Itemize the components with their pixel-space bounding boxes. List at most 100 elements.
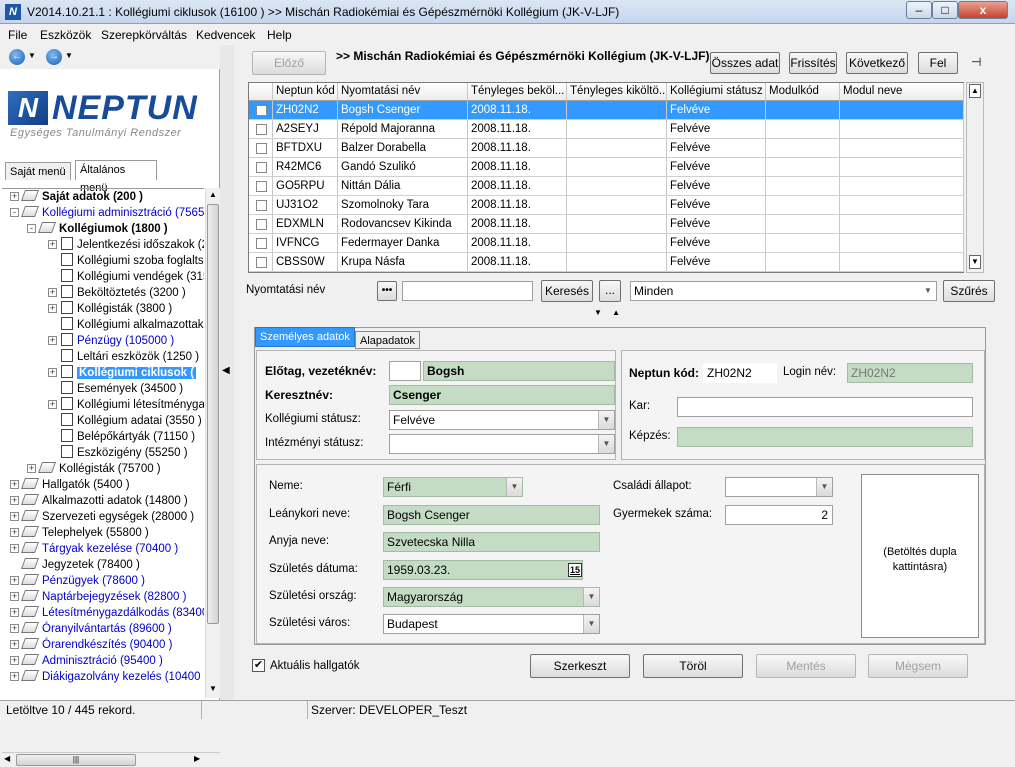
faculty-field[interactable] bbox=[677, 397, 973, 417]
expand-icon[interactable]: + bbox=[27, 464, 36, 473]
grid-column-header[interactable]: Tényleges beköl... bbox=[468, 83, 567, 101]
minimize-button[interactable]: – bbox=[906, 1, 932, 19]
tab-own-menu[interactable]: Saját menü bbox=[5, 162, 71, 180]
row-select-cell[interactable] bbox=[249, 253, 273, 272]
scroll-down-icon[interactable]: ▼ bbox=[207, 682, 219, 696]
expand-icon[interactable]: + bbox=[10, 656, 19, 665]
expand-icon[interactable]: + bbox=[48, 400, 57, 409]
chevron-down-icon[interactable]: ▼ bbox=[506, 478, 522, 496]
chevron-down-icon[interactable]: ▼ bbox=[816, 478, 832, 496]
delete-button[interactable]: Töröl bbox=[643, 654, 743, 678]
prev-button[interactable]: Előző bbox=[252, 51, 326, 75]
tree-item[interactable]: + Pénzügy (105000 ) bbox=[2, 333, 204, 349]
tree-item[interactable]: + Naptárbejegyzések (82800 ) bbox=[2, 589, 204, 605]
tree-item[interactable]: Kollégiumi vendégek (315 bbox=[2, 269, 204, 285]
active-students-checkbox[interactable]: ✔ bbox=[252, 659, 265, 672]
expand-icon[interactable]: + bbox=[48, 368, 57, 377]
grid-column-header[interactable]: Kollégiumi státusz bbox=[667, 83, 766, 101]
table-row[interactable]: EDXMLN Rodovancsev Kikinda 2008.11.18. Felv… bbox=[249, 215, 965, 234]
tree-item[interactable]: + Kollégisták (3800 ) bbox=[2, 301, 204, 317]
tree-item[interactable]: Jegyzetek (78400 ) bbox=[2, 557, 204, 573]
tree-item[interactable]: + Pénzügyek (78600 ) bbox=[2, 573, 204, 589]
cancel-button[interactable]: Mégsem bbox=[868, 654, 968, 678]
tab-general-menu[interactable]: Általános menü bbox=[75, 160, 157, 194]
table-row[interactable]: ZH02N2 Bogsh Csenger 2008.11.18. Felvéve bbox=[249, 101, 965, 120]
collapse-icon[interactable]: - bbox=[27, 224, 36, 233]
row-checkbox[interactable] bbox=[256, 238, 267, 249]
tree-item[interactable]: + Alkalmazotti adatok (14800 ) bbox=[2, 493, 204, 509]
table-row[interactable]: R42MC6 Gandó Szulikó 2008.11.18. Felvéve bbox=[249, 158, 965, 177]
filter-apply-button[interactable]: Szűrés bbox=[943, 280, 995, 302]
scrollbar-thumb[interactable]: ||| bbox=[16, 754, 136, 766]
grid-column-header[interactable]: Modulkód bbox=[766, 83, 840, 101]
scrollbar-thumb[interactable] bbox=[207, 204, 219, 624]
photo-box[interactable]: (Betöltés dupla kattintásra) bbox=[861, 474, 979, 638]
expand-icon[interactable]: + bbox=[10, 544, 19, 553]
save-button[interactable]: Mentés bbox=[756, 654, 856, 678]
tree-item[interactable]: + Diákigazolvány kezelés (10400 bbox=[2, 669, 204, 685]
row-checkbox[interactable] bbox=[256, 124, 267, 135]
expand-icon[interactable]: + bbox=[48, 336, 57, 345]
menu-favorites[interactable]: Kedvencek bbox=[196, 28, 255, 42]
menu-role-switch[interactable]: Szerepkörváltás bbox=[101, 28, 187, 42]
training-field[interactable] bbox=[677, 427, 973, 447]
scroll-left-icon[interactable]: ◀ bbox=[4, 754, 10, 763]
sidebar-scrollbar[interactable]: ▲ ▼ bbox=[205, 188, 220, 698]
mother-name-field[interactable]: Szvetecska Nilla bbox=[383, 532, 600, 552]
neptun-code-field[interactable]: ZH02N2 bbox=[703, 363, 777, 383]
row-select-cell[interactable] bbox=[249, 215, 273, 234]
sidebar-horizontal-scrollbar[interactable]: ◀ ||| ▶ bbox=[2, 752, 220, 767]
expand-icon[interactable]: + bbox=[10, 496, 19, 505]
expand-icon[interactable]: + bbox=[10, 672, 19, 681]
firstname-field[interactable]: Csenger bbox=[389, 385, 615, 405]
chevron-down-icon[interactable]: ▼ bbox=[583, 588, 599, 606]
row-checkbox[interactable] bbox=[256, 257, 267, 268]
chevron-down-icon[interactable]: ▼ bbox=[598, 411, 614, 429]
grid-column-header[interactable]: Tényleges kiköltö... bbox=[567, 83, 667, 101]
tree-item[interactable]: + Adminisztráció (95400 ) bbox=[2, 653, 204, 669]
tree-item[interactable]: + Szervezeti egységek (28000 ) bbox=[2, 509, 204, 525]
tree-item[interactable]: + Létesítménygazdálkodás (83400 bbox=[2, 605, 204, 621]
tree-item[interactable]: Belépőkártyák (71150 ) bbox=[2, 429, 204, 445]
tree-item[interactable]: Eszközigény (55250 ) bbox=[2, 445, 204, 461]
filter-input[interactable] bbox=[402, 281, 533, 301]
tree-item[interactable]: Kollégiumi szoba foglaltsá bbox=[2, 253, 204, 269]
chevron-down-icon[interactable]: ▼ bbox=[920, 282, 936, 300]
scroll-right-icon[interactable]: ▶ bbox=[194, 754, 200, 763]
expand-icon[interactable]: + bbox=[48, 304, 57, 313]
expand-icon[interactable]: + bbox=[10, 608, 19, 617]
marital-select[interactable]: ▼ bbox=[725, 477, 833, 497]
expand-icon[interactable]: + bbox=[10, 480, 19, 489]
tree-item[interactable]: Események (34500 ) bbox=[2, 381, 204, 397]
ellipsis-button[interactable]: ... bbox=[599, 280, 621, 302]
expand-icon[interactable]: + bbox=[48, 240, 57, 249]
pin-icon[interactable]: ⊣ bbox=[971, 55, 981, 69]
chevron-down-icon[interactable]: ▼ bbox=[28, 51, 36, 60]
tab-personal-data[interactable]: Személyes adatok bbox=[255, 327, 355, 347]
up-button[interactable]: Fel bbox=[918, 52, 958, 74]
expand-icon[interactable]: + bbox=[10, 512, 19, 521]
row-select-cell[interactable] bbox=[249, 158, 273, 177]
menu-file[interactable]: File bbox=[8, 28, 27, 42]
row-checkbox[interactable] bbox=[256, 219, 267, 230]
chevron-down-icon[interactable]: ▼ bbox=[583, 615, 599, 633]
search-button[interactable]: Keresés bbox=[541, 280, 593, 302]
row-checkbox[interactable] bbox=[256, 181, 267, 192]
menu-help[interactable]: Help bbox=[267, 28, 292, 42]
table-row[interactable]: A2SEYJ Répold Majoranna 2008.11.18. Felvéve bbox=[249, 120, 965, 139]
all-data-button[interactable]: Összes adat bbox=[710, 52, 780, 74]
children-field[interactable]: 2 bbox=[725, 505, 833, 525]
tree-item[interactable]: Leltári eszközök (1250 ) bbox=[2, 349, 204, 365]
tree-item[interactable]: Kollégium adatai (3550 ) bbox=[2, 413, 204, 429]
maximize-button[interactable]: □ bbox=[932, 1, 958, 19]
table-row[interactable]: UJ31O2 Szomolnoky Tara 2008.11.18. Felvéve bbox=[249, 196, 965, 215]
expand-icon[interactable]: + bbox=[48, 288, 57, 297]
surname-field[interactable]: Bogsh bbox=[423, 361, 615, 381]
tab-basic-data[interactable]: Alapadatok bbox=[355, 331, 421, 349]
collapse-icon[interactable]: - bbox=[10, 208, 19, 217]
table-row[interactable]: GO5RPU Nittán Dália 2008.11.18. Felvéve bbox=[249, 177, 965, 196]
row-select-cell[interactable] bbox=[249, 120, 273, 139]
dots-button[interactable]: ••• bbox=[377, 281, 397, 301]
row-select-cell[interactable] bbox=[249, 101, 273, 120]
close-button[interactable]: x bbox=[958, 1, 1008, 19]
